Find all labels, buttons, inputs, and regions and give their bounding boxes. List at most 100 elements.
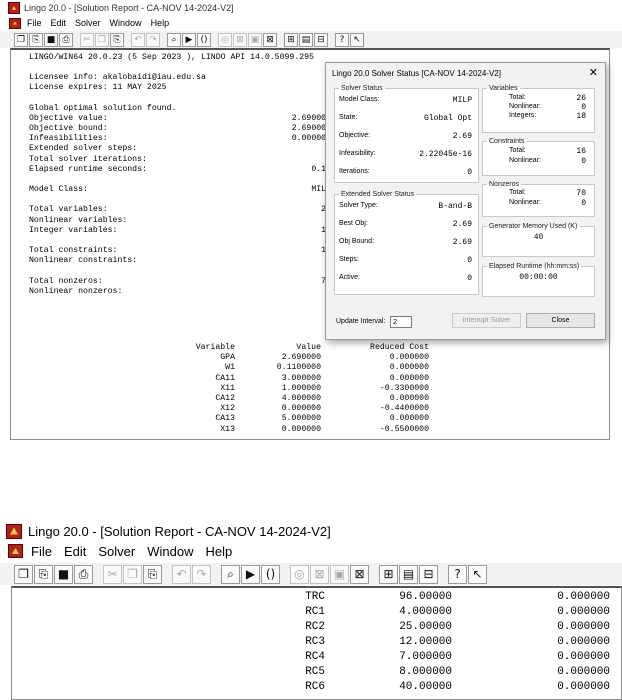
help-icon[interactable]: ? <box>448 564 467 584</box>
close-button[interactable]: Close <box>526 313 595 328</box>
find-icon[interactable]: ⌕ <box>221 564 240 584</box>
paste-icon[interactable]: ⎘ <box>110 32 124 47</box>
menu-edit[interactable]: Edit <box>51 18 67 28</box>
status-row: Integers: 18 <box>483 112 594 122</box>
nonzeros-group: Nonzeros Total: 70 Nonlinear: 0 <box>482 181 595 217</box>
find-icon[interactable]: ⌕ <box>167 32 181 47</box>
status-value: 26 <box>576 94 586 103</box>
save-icon[interactable]: ■ <box>44 32 58 47</box>
group-legend: Solver Status <box>341 85 383 92</box>
menu-edit[interactable]: Edit <box>64 544 86 559</box>
report-line-label: Extended solver steps: <box>29 144 138 154</box>
status-value: 18 <box>576 112 586 121</box>
status-value: 0 <box>467 256 472 265</box>
table-row: X13 0.000000 -0.5500000 <box>11 425 609 435</box>
report-line-label: Total variables: <box>29 205 108 215</box>
menu-window[interactable]: Window <box>147 544 193 559</box>
open-file-icon[interactable]: ⎘ <box>29 32 43 47</box>
send-to-back-icon[interactable]: ▣ <box>330 564 349 584</box>
cut-icon[interactable]: ✂ <box>80 32 94 47</box>
update-interval-input[interactable]: 2 <box>390 316 412 328</box>
options-icon[interactable]: ⊞ <box>284 32 298 47</box>
help-icon[interactable]: ? <box>335 32 349 47</box>
generate-icon[interactable]: ▤ <box>299 32 313 47</box>
match-parenthesis-icon[interactable]: () <box>197 32 211 47</box>
menu-help[interactable]: Help <box>151 18 170 28</box>
print-icon[interactable]: ⎙ <box>74 564 93 584</box>
close-icon[interactable]: ✕ <box>589 66 598 79</box>
new-file-icon[interactable]: ❐ <box>14 32 28 47</box>
save-icon[interactable]: ■ <box>54 564 73 584</box>
undo-icon[interactable]: ↶ <box>172 564 191 584</box>
document-icon[interactable] <box>8 544 23 558</box>
interrupt-solver-button[interactable]: Interrupt Solver <box>452 313 521 328</box>
context-help-icon[interactable]: ↖ <box>350 32 364 47</box>
table-header: Variable Value Reduced Cost <box>11 343 609 353</box>
status-row: Best Obj: 2.69 <box>335 220 478 230</box>
goto-line-icon[interactable]: ▶ <box>182 32 196 47</box>
solve-icon[interactable]: ◎ <box>290 564 309 584</box>
status-value: 0 <box>581 199 586 208</box>
status-value: 0 <box>581 157 586 166</box>
send-to-back-icon[interactable]: ▣ <box>248 32 262 47</box>
table-row-cell: 0.1100000 <box>276 363 321 373</box>
table-row-cell: 0.000000 <box>389 393 429 403</box>
variables-group: Variables Total: 26 Nonlinear: 0 Integers: 18 <box>482 85 595 133</box>
solve-icon[interactable]: ◎ <box>218 32 232 47</box>
goto-line-icon[interactable]: ▶ <box>241 564 260 584</box>
table-row: GPA 2.690000 0.000000 <box>11 353 609 363</box>
table-row-cell: 12.00000 <box>399 636 452 648</box>
status-row: Infeasibility: 2.22045e-16 <box>335 150 478 160</box>
table-row: RC4 7.000000 0.000000 <box>12 650 621 665</box>
report-line-label: License expires: 11 MAY 2025 <box>29 83 167 93</box>
options-icon[interactable]: ⊞ <box>379 564 398 584</box>
table-row-cell: 0.000000 <box>557 651 610 663</box>
menu-solver[interactable]: Solver <box>98 544 135 559</box>
table-row: CA11 3.000000 0.000000 <box>11 374 609 384</box>
group-legend: Nonzeros <box>489 181 519 188</box>
menu-solver[interactable]: Solver <box>75 18 101 28</box>
table-row: X12 0.000000 -0.4400000 <box>11 404 609 414</box>
variable-table: TRC 96.00000 0.000000 RC1 4.000000 0.000000 RC… <box>12 590 621 695</box>
variable-table: Variable Value Reduced Cost GPA 2.690000 0.00… <box>11 343 609 435</box>
open-file-icon[interactable]: ⎘ <box>34 564 53 584</box>
copy-icon[interactable]: ❐ <box>123 564 142 584</box>
table-row-cell: RC2 <box>305 621 325 633</box>
table-row-cell: -0.4400000 <box>379 404 429 414</box>
close-all-icon[interactable]: ⊠ <box>310 564 329 584</box>
copy-icon[interactable]: ❐ <box>95 32 109 47</box>
table-row-cell: W1 <box>225 363 235 373</box>
top-screenshot: Lingo 20.0 - [Solution Report - CA-NOV 1… <box>0 0 622 440</box>
match-parenthesis-icon[interactable]: () <box>261 564 280 584</box>
matrix-icon[interactable]: ⊟ <box>419 564 438 584</box>
document-icon[interactable] <box>9 17 21 29</box>
table-row-cell: RC1 <box>305 606 325 618</box>
cut-icon[interactable]: ✂ <box>103 564 122 584</box>
matrix-icon[interactable]: ⊟ <box>314 32 328 47</box>
report-line-label: Total solver iterations: <box>29 154 147 164</box>
update-interval-label: Update Interval: <box>336 318 386 325</box>
menu-file[interactable]: File <box>27 18 42 28</box>
menu-file[interactable]: File <box>31 544 52 559</box>
tile-icon[interactable]: ⊠ <box>350 564 369 584</box>
tile-icon[interactable]: ⊠ <box>263 32 277 47</box>
close-all-icon[interactable]: ⊠ <box>233 32 247 47</box>
new-file-icon[interactable]: ❐ <box>14 564 33 584</box>
redo-icon[interactable]: ↷ <box>146 32 160 47</box>
solution-report[interactable]: TRC 96.00000 0.000000 RC1 4.000000 0.000000 RC… <box>11 586 622 700</box>
lingo-app-icon <box>8 2 20 14</box>
report-line-label: Licensee info: akalobaidi@iau.edu.sa <box>29 73 206 82</box>
redo-icon[interactable]: ↷ <box>192 564 211 584</box>
menu-window[interactable]: Window <box>110 18 142 28</box>
generate-icon[interactable]: ▤ <box>399 564 418 584</box>
group-legend: Generator Memory Used (K) <box>489 223 578 230</box>
status-value: 2.22045e-16 <box>419 150 472 159</box>
status-label: Total: <box>509 94 526 101</box>
undo-icon[interactable]: ↶ <box>131 32 145 47</box>
status-value: B-and-B <box>438 202 472 211</box>
table-row-cell: TRC <box>305 591 325 603</box>
paste-icon[interactable]: ⎘ <box>143 564 162 584</box>
menu-help[interactable]: Help <box>205 544 232 559</box>
print-icon[interactable]: ⎙ <box>59 32 73 47</box>
context-help-icon[interactable]: ↖ <box>468 564 487 584</box>
